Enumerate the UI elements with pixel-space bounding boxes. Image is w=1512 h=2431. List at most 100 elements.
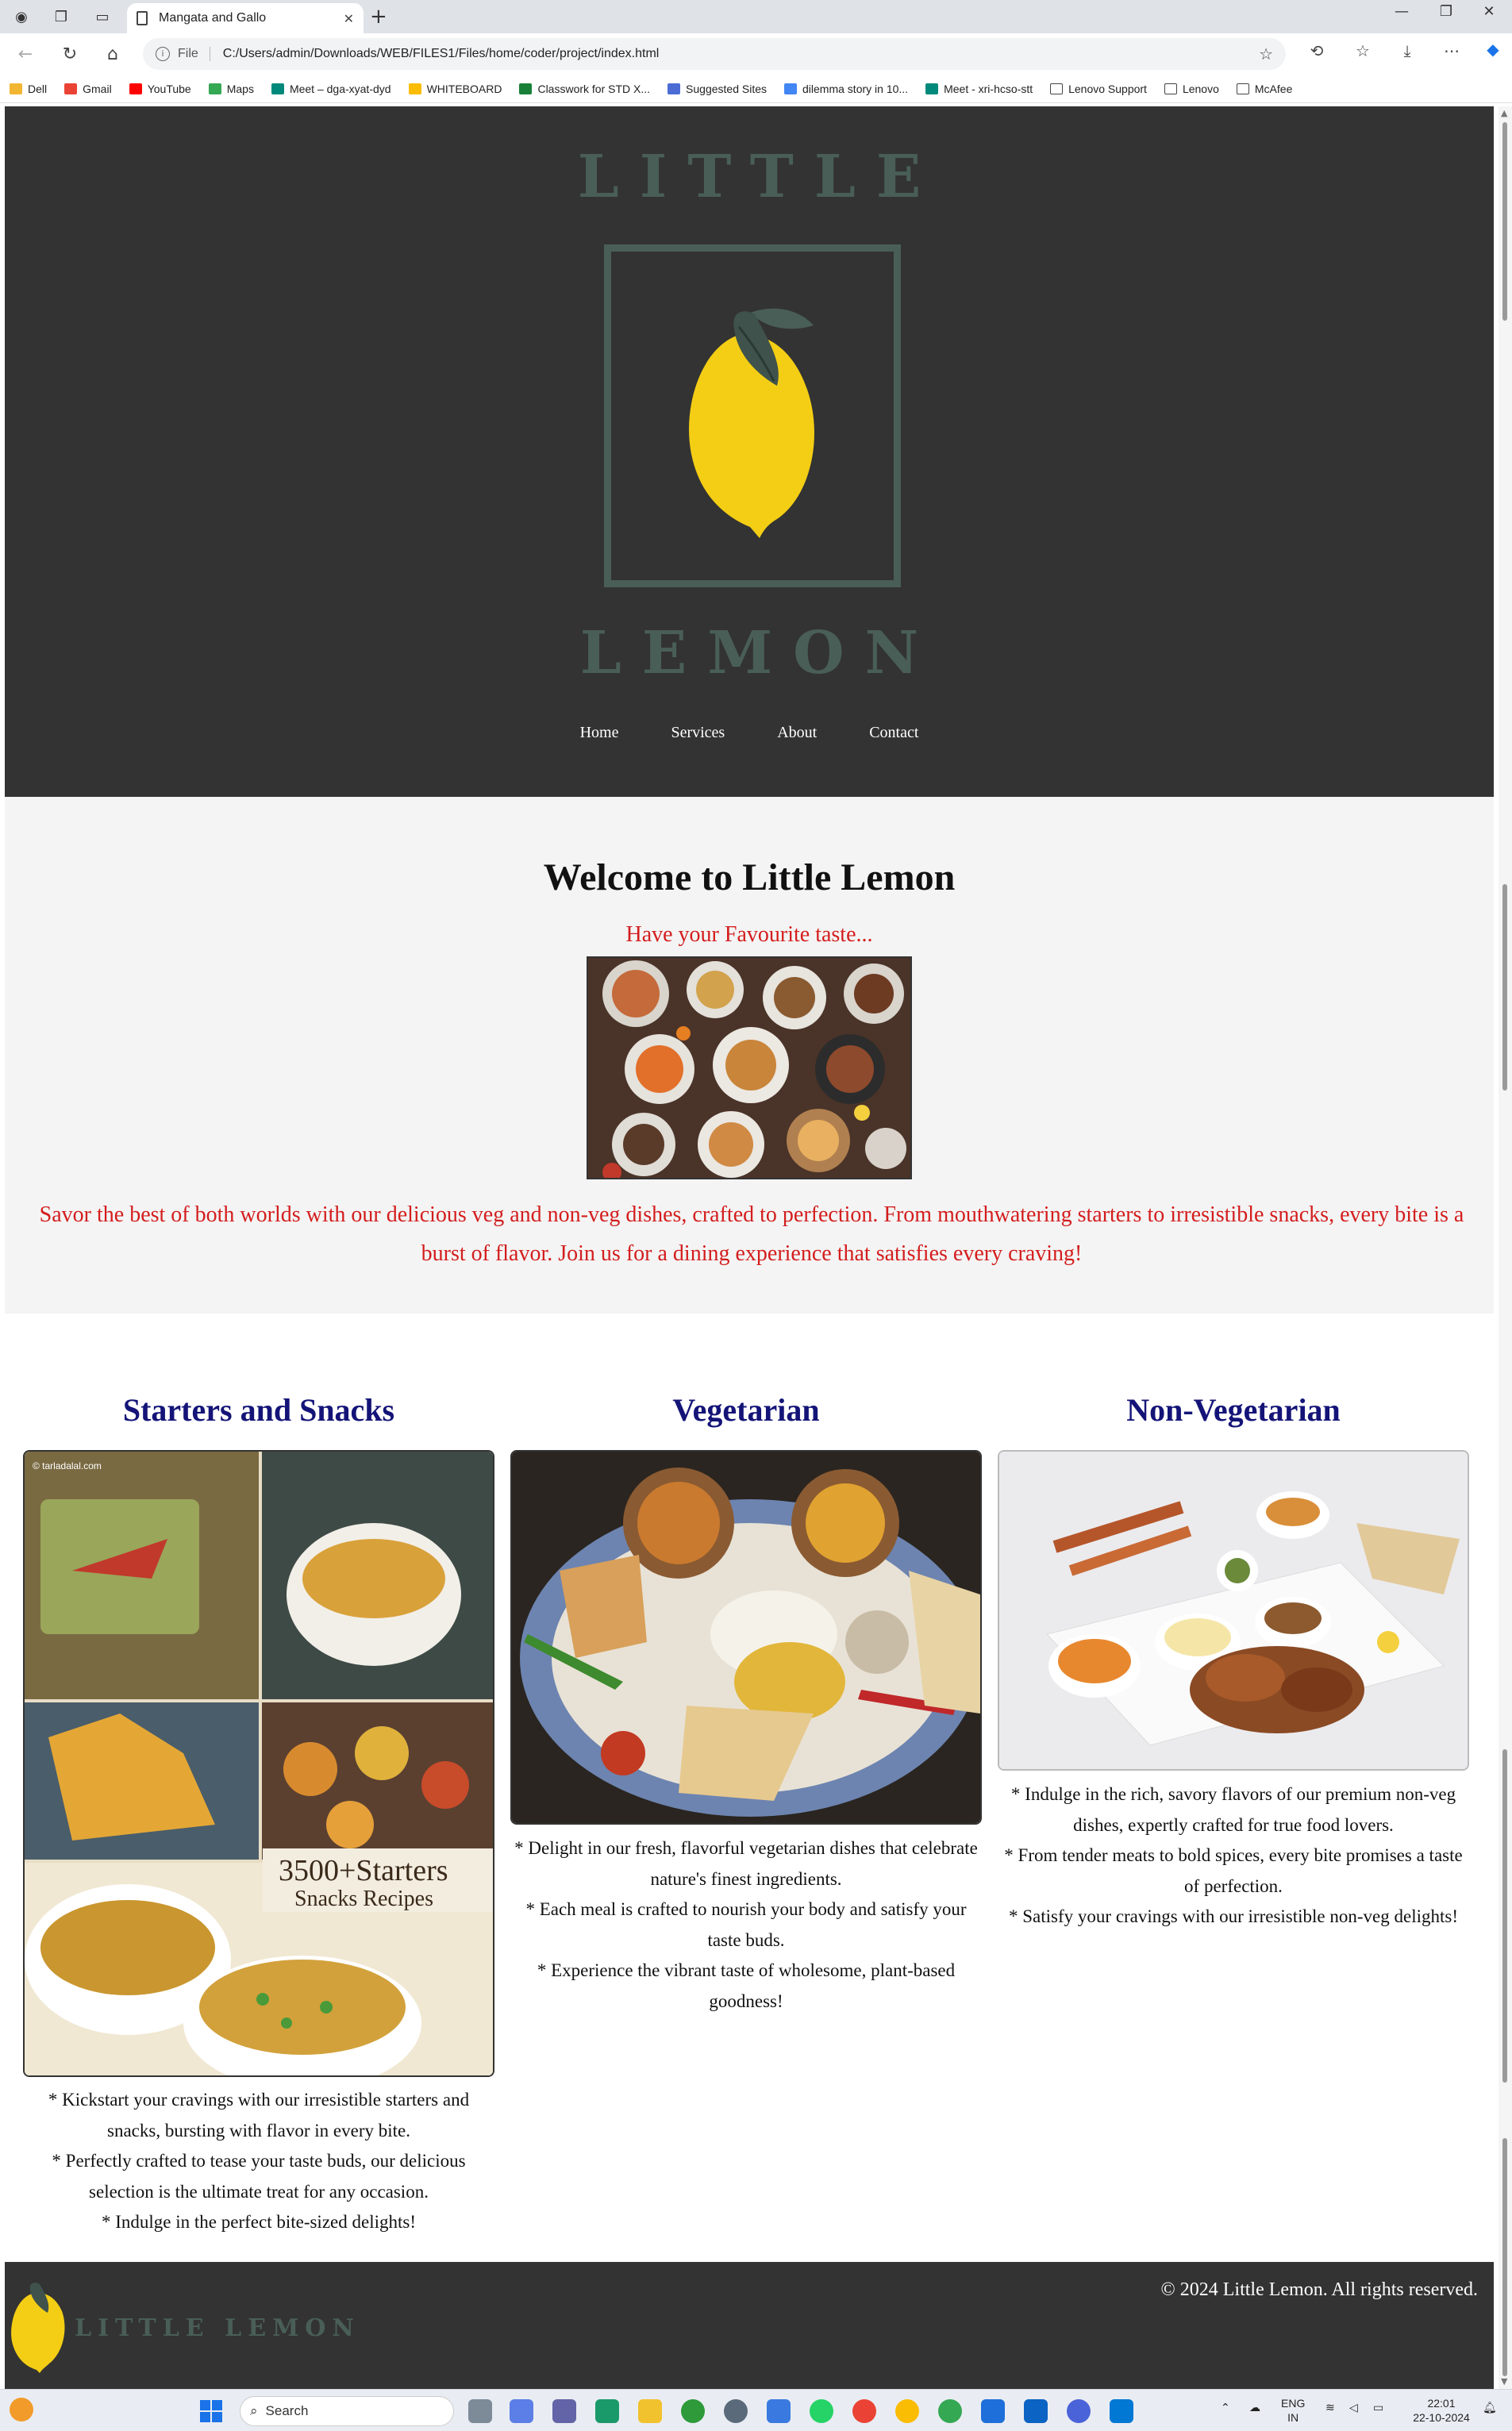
image-caption-line-1: 3500+Starters [279, 1854, 448, 1887]
bookmark-suggested-sites[interactable]: Suggested Sites [668, 83, 767, 95]
minimize-button[interactable]: — [1386, 3, 1418, 20]
menu-cards-section: Starters and Snacks 3500+Starters Snacks… [0, 1314, 1499, 2232]
clock[interactable]: 22:01 22-10-2024 [1402, 2396, 1481, 2425]
bookmark-whiteboard[interactable]: WHITEBOARD [408, 83, 502, 95]
weather-icon[interactable] [10, 2398, 33, 2421]
scrollbar-thumb-2[interactable] [1502, 884, 1507, 1090]
close-tab-icon[interactable]: ✕ [344, 11, 354, 26]
close-window-button[interactable]: ✕ [1473, 3, 1505, 20]
workspaces-icon[interactable]: ❐ [51, 6, 71, 27]
search-icon: ⌕ [250, 2403, 258, 2419]
bookmark-gmail[interactable]: Gmail [64, 83, 112, 95]
copilot-icon[interactable]: ◆ [1479, 40, 1506, 59]
favorite-star-icon[interactable]: ☆ [1259, 44, 1273, 63]
welcome-description: Savor the best of both worlds with our d… [39, 1202, 1464, 1266]
taskbar-search-box[interactable]: ⌕ Search [240, 2396, 454, 2426]
notifications-icon[interactable]: 🔔︎ [1483, 2401, 1497, 2415]
card-title: Starters and Snacks [122, 1392, 395, 1428]
settings-icon[interactable] [724, 2399, 748, 2423]
welcome-title: Welcome to Little Lemon [543, 856, 956, 898]
main-nav: Home Services About Contact [5, 724, 1494, 742]
bookmark-lenovo-support[interactable]: Lenovo Support [1050, 83, 1147, 95]
chrome-profile-icon[interactable] [895, 2399, 919, 2423]
file-explorer-icon[interactable] [638, 2399, 662, 2423]
restore-button[interactable]: ❐ [1430, 3, 1462, 20]
scroll-down-arrow-icon[interactable]: ▼ [1501, 2376, 1507, 2387]
teams-icon[interactable] [552, 2399, 576, 2423]
site-header: LITTLE LEMON Home Services About Contact [5, 106, 1494, 797]
app-icon-blue[interactable] [1067, 2399, 1091, 2423]
task-view-icon[interactable] [468, 2399, 492, 2423]
copilot-app-icon[interactable] [510, 2399, 533, 2423]
whatsapp-icon[interactable] [810, 2399, 833, 2423]
bookmark-classwork[interactable]: Classwork for STD X... [519, 83, 650, 95]
profile-avatar-icon[interactable]: ◉ [11, 6, 32, 27]
scrollbar-thumb-3[interactable] [1502, 1749, 1507, 2083]
page-scrollbar[interactable]: ▲ ▼ [1499, 106, 1512, 2389]
cloud-icon[interactable]: ☁ [1249, 2401, 1260, 2415]
extensions-icon[interactable]: ⟲ [1303, 41, 1330, 60]
footer-lemon-icon [11, 2283, 65, 2373]
url-text[interactable]: C:/Users/admin/Downloads/WEB/FILES1/File… [223, 47, 1259, 61]
refresh-icon[interactable]: ↻ [57, 41, 83, 67]
bookmark-maps[interactable]: Maps [208, 83, 254, 95]
language-code: ENG [1281, 2397, 1306, 2410]
bookmark-youtube[interactable]: YouTube [129, 83, 191, 95]
volume-icon[interactable]: ◁ [1349, 2401, 1358, 2415]
nav-contact-link[interactable]: Contact [869, 724, 918, 742]
meet-icon [271, 83, 284, 94]
nav-home-link[interactable]: Home [580, 724, 619, 742]
page-icon [1164, 83, 1177, 94]
active-tab[interactable]: Mangata and Gallo ✕ [127, 3, 364, 33]
card-line: * Perfectly crafted to tease your taste … [52, 2151, 466, 2202]
card-line: * Indulge in the perfect bite-sized deli… [102, 2212, 416, 2232]
edge-icon[interactable] [595, 2399, 619, 2423]
home-icon[interactable]: ⌂ [100, 41, 125, 67]
bookmark-lenovo[interactable]: Lenovo [1164, 83, 1219, 95]
language-indicator[interactable]: ENG IN [1281, 2396, 1305, 2425]
more-menu-icon[interactable]: ⋯ [1438, 41, 1465, 60]
wifi-icon[interactable]: ≋ [1325, 2401, 1335, 2415]
bookmark-dell[interactable]: Dell [10, 83, 47, 95]
favorites-icon[interactable]: ☆ [1349, 41, 1376, 60]
chrome-icon[interactable] [852, 2399, 876, 2423]
url-scheme: File [178, 47, 210, 61]
footer-copyright: © 2024 Little Lemon. All rights reserved… [1160, 2279, 1479, 2300]
youtube-icon [129, 83, 142, 94]
vscode-icon[interactable] [1110, 2399, 1133, 2423]
scrollbar-thumb-4[interactable] [1502, 2138, 1507, 2376]
info-icon[interactable]: i [156, 47, 170, 61]
page-icon [137, 11, 148, 25]
outlook-icon[interactable] [1024, 2399, 1048, 2423]
card-line: * Each meal is crafted to nourish your b… [525, 1899, 967, 1950]
meet-icon [925, 83, 939, 94]
scroll-up-arrow-icon[interactable]: ▲ [1501, 108, 1507, 118]
address-bar[interactable]: i File C:/Users/admin/Downloads/WEB/FILE… [143, 38, 1286, 70]
store-icon[interactable] [767, 2399, 791, 2423]
app-icon-green[interactable] [681, 2399, 705, 2423]
browser-tab-strip: ◉ ❐ ▭ Mangata and Gallo ✕ + — ❐ ✕ [0, 0, 1512, 33]
chrome-profile-2-icon[interactable] [938, 2399, 962, 2423]
google-icon [784, 83, 798, 94]
nav-about-link[interactable]: About [777, 724, 817, 742]
gmail-icon [64, 83, 78, 94]
nav-services-link[interactable]: Services [671, 724, 725, 742]
calendar-icon[interactable] [981, 2399, 1005, 2423]
tray-overflow-icon[interactable]: ⌃ [1221, 2401, 1230, 2415]
food-spread-image [587, 956, 912, 1179]
card-line: * Kickstart your cravings with our irres… [48, 2090, 470, 2141]
bookmark-meet-2[interactable]: Meet - xri-hcso-stt [925, 83, 1033, 95]
logo-text-bottom: LEMON [579, 619, 940, 687]
address-toolbar: ← ↻ ⌂ i File C:/Users/admin/Downloads/WE… [0, 33, 1512, 75]
back-icon[interactable]: ← [13, 41, 38, 67]
bookmark-mcafee[interactable]: McAfee [1236, 83, 1292, 95]
tab-actions-icon[interactable]: ▭ [92, 6, 113, 27]
new-tab-button[interactable]: + [370, 5, 387, 29]
scrollbar-thumb[interactable] [1502, 122, 1507, 321]
downloads-icon[interactable]: ⤓ [1394, 41, 1421, 60]
card-line: * Experience the vibrant taste of wholes… [537, 1960, 956, 2011]
battery-icon[interactable]: ▭ [1373, 2401, 1383, 2415]
bookmark-dilemma-story[interactable]: dilemma story in 10... [784, 83, 908, 95]
bookmark-meet-1[interactable]: Meet – dga-xyat-dyd [271, 83, 391, 95]
start-windows-icon[interactable] [200, 2400, 222, 2422]
